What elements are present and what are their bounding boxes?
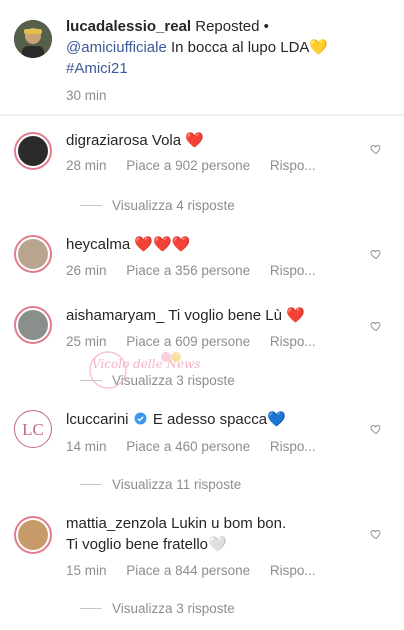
- comment-text: mattia_zenzola Lukin u bom bon. Ti vogli…: [66, 513, 364, 555]
- reply-button[interactable]: Rispo...: [270, 334, 316, 349]
- like-heart-icon[interactable]: [370, 248, 382, 260]
- comment-avatar[interactable]: [14, 306, 52, 344]
- comment-avatar[interactable]: [14, 516, 52, 554]
- comment-item: LC lcuccarini E adesso spacca💙 14 min Pi…: [0, 408, 404, 500]
- comment-avatar[interactable]: LC: [14, 410, 52, 448]
- reply-button[interactable]: Rispo...: [270, 158, 316, 173]
- comment-text: heycalma ❤️❤️❤️: [66, 234, 364, 255]
- post-caption-block: lucadalessio_real Reposted • @amiciuffic…: [0, 0, 404, 114]
- comment-meta: 26 min Piace a 356 persone Rispo...: [66, 263, 404, 278]
- view-replies-link[interactable]: Visualizza 11 risposte: [80, 477, 241, 492]
- comment-text: lcuccarini E adesso spacca💙: [66, 409, 364, 430]
- replies-divider-line: [80, 608, 102, 609]
- replies-divider-line: [80, 380, 102, 381]
- poster-avatar[interactable]: [14, 20, 52, 58]
- comment-likes[interactable]: Piace a 844 persone: [126, 563, 250, 578]
- reply-button[interactable]: Rispo...: [270, 439, 316, 454]
- avatar-image: [18, 136, 48, 166]
- view-replies-link[interactable]: Visualizza 3 risposte: [80, 373, 235, 388]
- poster-username[interactable]: lucadalessio_real: [66, 18, 191, 35]
- like-heart-icon[interactable]: [370, 423, 382, 435]
- comment-item: mattia_zenzola Lukin u bom bon. Ti vogli…: [0, 512, 404, 624]
- avatar-image: [18, 239, 48, 269]
- comment-meta: 15 min Piace a 844 persone Rispo...: [66, 563, 404, 578]
- verified-badge-icon: [134, 412, 147, 425]
- post-time: 30 min: [66, 88, 107, 103]
- caption-text: In bocca al lupo LDA: [171, 39, 310, 56]
- avatar-image: [18, 520, 48, 550]
- avatar-image: [18, 310, 48, 340]
- comment-avatar[interactable]: [14, 235, 52, 273]
- comment-meta: 14 min Piace a 460 persone Rispo...: [66, 439, 404, 454]
- comment-emoji: ❤️: [185, 131, 204, 149]
- comment-item: aishamaryam_ Ti voglio bene Lù ❤️ 25 min…: [0, 304, 404, 396]
- comment-item: heycalma ❤️❤️❤️ 26 min Piace a 356 perso…: [0, 233, 404, 293]
- comment-body: E adesso spacca: [152, 411, 268, 428]
- comment-likes[interactable]: Piace a 460 persone: [126, 439, 250, 454]
- reposted-label: Reposted •: [195, 18, 269, 35]
- view-replies-link[interactable]: Visualizza 3 risposte: [80, 601, 235, 616]
- comment-emoji: ❤️❤️❤️: [134, 235, 191, 253]
- svg-text:LC: LC: [22, 420, 44, 439]
- comment-username[interactable]: digraziarosa: [66, 132, 148, 149]
- view-replies-link[interactable]: Visualizza 4 risposte: [80, 198, 235, 213]
- caption-divider: [0, 114, 404, 116]
- mention-link[interactable]: @amiciufficiale: [66, 39, 167, 56]
- comment-username[interactable]: mattia_zenzola: [66, 515, 167, 532]
- reply-button[interactable]: Rispo...: [270, 263, 316, 278]
- replies-divider-line: [80, 205, 102, 206]
- comment-likes[interactable]: Piace a 356 persone: [126, 263, 250, 278]
- comment-likes[interactable]: Piace a 609 persone: [126, 334, 250, 349]
- comment-text: digraziarosa Vola ❤️: [66, 130, 364, 151]
- reply-button[interactable]: Rispo...: [270, 563, 316, 578]
- comment-username[interactable]: heycalma: [66, 236, 130, 253]
- replies-divider-line: [80, 484, 102, 485]
- comment-time: 14 min: [66, 439, 107, 454]
- comment-likes[interactable]: Piace a 902 persone: [126, 158, 250, 173]
- comment-avatar[interactable]: [14, 132, 52, 170]
- comment-username[interactable]: lcuccarini: [66, 411, 129, 428]
- caption-emoji: 💛: [309, 38, 329, 56]
- like-heart-icon[interactable]: [370, 320, 382, 332]
- like-heart-icon[interactable]: [370, 528, 382, 540]
- comment-body-line2: Ti voglio bene fratello: [66, 536, 209, 553]
- comment-body: Vola: [151, 132, 182, 149]
- comment-time: 26 min: [66, 263, 107, 278]
- comment-meta: 25 min Piace a 609 persone Rispo...: [66, 334, 404, 349]
- comment-emoji: 🤍: [208, 535, 227, 553]
- comment-body: Ti voglio bene Lù: [168, 307, 282, 324]
- comment-body: Lukin u bom bon.: [171, 515, 287, 532]
- comment-time: 25 min: [66, 334, 107, 349]
- comment-emoji: 💙: [267, 410, 286, 428]
- comment-meta: 28 min Piace a 902 persone Rispo...: [66, 158, 404, 173]
- comment-time: 28 min: [66, 158, 107, 173]
- comment-item: digraziarosa Vola ❤️ 28 min Piace a 902 …: [0, 126, 404, 222]
- comment-text: aishamaryam_ Ti voglio bene Lù ❤️: [66, 305, 364, 326]
- comment-emoji: ❤️: [286, 306, 305, 324]
- lc-logo-icon: LC: [22, 420, 44, 439]
- like-heart-icon[interactable]: [370, 143, 382, 155]
- comment-username[interactable]: aishamaryam_: [66, 307, 164, 324]
- post-caption-text: lucadalessio_real Reposted • @amiciuffic…: [66, 16, 364, 79]
- hashtag-link[interactable]: #Amici21: [66, 60, 128, 77]
- comment-time: 15 min: [66, 563, 107, 578]
